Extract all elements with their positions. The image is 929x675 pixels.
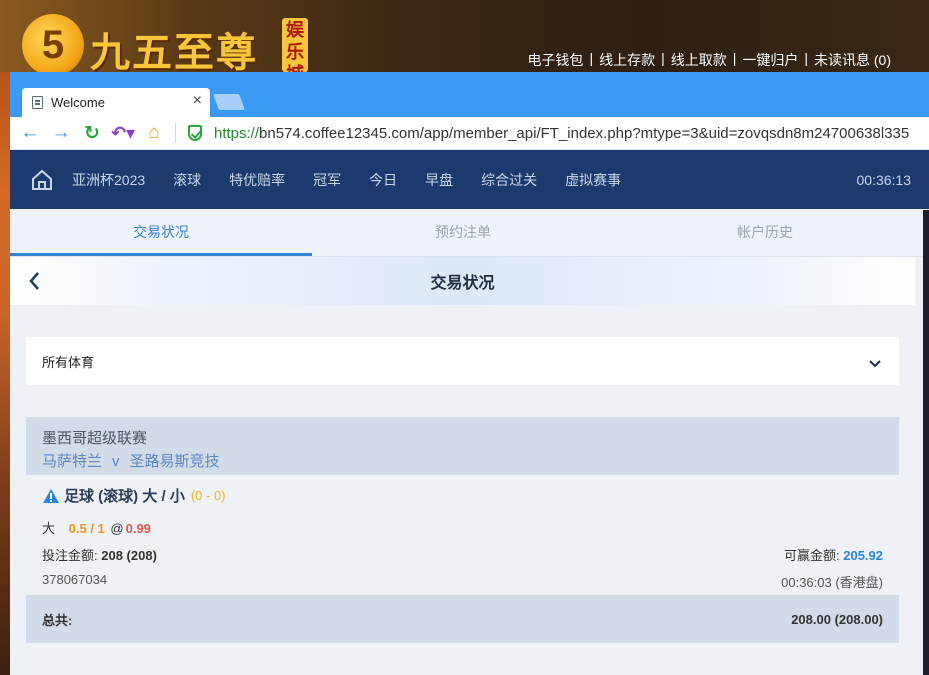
link-deposit[interactable]: 线上存款 bbox=[599, 50, 655, 70]
link-consolidate[interactable]: 一键归户 bbox=[742, 50, 798, 70]
browser-tabbar: Welcome × bbox=[10, 72, 929, 117]
page-title: 交易状况 bbox=[430, 275, 495, 292]
sub-tabs: 交易状况 预约注单 帐户历史 bbox=[10, 209, 929, 257]
win-label: 可赢金额: bbox=[783, 548, 840, 563]
browser-window: Welcome × ← → ↻ ↶▾ ⌂ https://bn574.coffe… bbox=[10, 72, 929, 675]
top-links: 电子钱包 | 线上存款 | 线上取款 | 一键归户 | 未读讯息 (0) bbox=[527, 50, 891, 70]
main-content: 所有体育 墨西哥超级联赛 马萨特兰 v 圣路易斯竞技 足球 (滚球) 大 / 小 (… bbox=[10, 305, 929, 643]
bet-type-row: 足球 (滚球) 大 / 小 (0 - 0) bbox=[42, 485, 883, 506]
placed-time: 00:36:03 (香港盘) bbox=[781, 575, 883, 590]
stake-label: 投注金额: bbox=[42, 548, 98, 563]
handicap: 0.5 / 1 bbox=[68, 521, 105, 536]
chevron-left-icon[interactable] bbox=[28, 271, 40, 291]
close-icon[interactable]: × bbox=[193, 92, 202, 110]
nav-home-icon[interactable] bbox=[30, 168, 54, 192]
league-name: 墨西哥超级联赛 bbox=[42, 430, 148, 447]
browser-tab[interactable]: Welcome × bbox=[22, 88, 210, 117]
site-nav: 亚洲杯2023 滚球 特优赔率 冠军 今日 早盘 综合过关 虚拟赛事 00:36… bbox=[10, 150, 929, 209]
tab-account-history[interactable]: 帐户历史 bbox=[614, 209, 916, 256]
background-right-strip bbox=[923, 210, 929, 675]
document-icon bbox=[32, 96, 43, 109]
new-tab-button[interactable] bbox=[213, 94, 245, 110]
bet-card-body: 足球 (滚球) 大 / 小 (0 - 0) 大 0.5 / 1 @0.99 投注… bbox=[26, 475, 899, 595]
ticket-row: 378067034 00:36:03 (香港盘) bbox=[42, 572, 883, 591]
nav-item-today[interactable]: 今日 bbox=[369, 170, 397, 190]
url-scheme: https:// bbox=[214, 124, 260, 142]
stake-row: 投注金额: 208 (208) 可赢金额: 205.92 bbox=[42, 545, 883, 564]
chevron-down-icon bbox=[869, 355, 881, 368]
nav-item-asian-cup[interactable]: 亚洲杯2023 bbox=[72, 170, 145, 190]
total-row: 总共: 208.00 (208.00) bbox=[26, 595, 899, 643]
divider bbox=[175, 123, 176, 143]
nav-item-early[interactable]: 早盘 bbox=[425, 170, 453, 190]
bet-card: 墨西哥超级联赛 马萨特兰 v 圣路易斯竞技 足球 (滚球) 大 / 小 (0 - 0… bbox=[26, 417, 899, 643]
match-score: (0 - 0) bbox=[190, 488, 226, 503]
win-value: 205.92 bbox=[843, 548, 883, 563]
site-logo-badge: 娱乐城 bbox=[282, 18, 308, 85]
reload-icon[interactable]: ↻ bbox=[81, 122, 103, 144]
ticket-id: 378067034 bbox=[42, 572, 108, 587]
forward-icon[interactable]: → bbox=[50, 122, 72, 144]
total-value: 208.00 (208.00) bbox=[791, 611, 883, 627]
sport-filter-value: 所有体育 bbox=[42, 354, 95, 370]
vs-label: v bbox=[112, 453, 120, 470]
selection: 大 bbox=[42, 521, 56, 536]
sport-filter-select[interactable]: 所有体育 bbox=[26, 337, 899, 385]
undo-icon[interactable]: ↶▾ bbox=[111, 122, 135, 144]
nav-item-parlay[interactable]: 综合过关 bbox=[481, 170, 537, 190]
url-input[interactable]: https://bn574.coffee12345.com/app/member… bbox=[214, 125, 909, 142]
tab-transactions[interactable]: 交易状况 bbox=[10, 209, 312, 256]
link-e-wallet[interactable]: 电子钱包 bbox=[527, 50, 583, 70]
tab-title: Welcome bbox=[51, 95, 105, 110]
url-path: bn574.coffee12345.com/app/member_api/FT_… bbox=[259, 124, 910, 142]
divider: | bbox=[804, 50, 808, 66]
tab-scheduled-bets[interactable]: 预约注单 bbox=[312, 209, 614, 256]
stake-value: 208 (208) bbox=[101, 548, 157, 563]
match-teams: 马萨特兰 v 圣路易斯竞技 bbox=[42, 450, 883, 471]
page-title-bar: 交易状况 bbox=[10, 257, 915, 305]
divider: | bbox=[589, 50, 594, 66]
bet-type: 足球 (滚球) 大 / 小 bbox=[64, 488, 185, 505]
site-logo-text: 九五至尊 bbox=[90, 29, 258, 76]
nav-item-live[interactable]: 滚球 bbox=[173, 170, 201, 190]
home-team: 马萨特兰 bbox=[42, 453, 103, 470]
odds: 0.99 bbox=[125, 521, 151, 536]
nav-item-special-odds[interactable]: 特优赔率 bbox=[229, 170, 285, 190]
at-symbol: @ bbox=[110, 521, 124, 536]
address-bar: ← → ↻ ↶▾ ⌂ https://bn574.coffee12345.com… bbox=[10, 117, 929, 150]
warning-icon bbox=[42, 488, 60, 504]
divider: | bbox=[732, 50, 737, 66]
away-team: 圣路易斯竞技 bbox=[129, 453, 220, 470]
bet-card-header: 墨西哥超级联赛 马萨特兰 v 圣路易斯竞技 bbox=[26, 417, 899, 475]
divider: | bbox=[661, 50, 665, 66]
nav-item-virtual[interactable]: 虚拟赛事 bbox=[565, 170, 621, 190]
nav-item-outright[interactable]: 冠军 bbox=[313, 170, 341, 190]
total-label: 总共: bbox=[42, 612, 73, 628]
home-icon[interactable]: ⌂ bbox=[143, 122, 165, 144]
selection-row: 大 0.5 / 1 @0.99 bbox=[42, 518, 883, 537]
secure-shield-icon[interactable] bbox=[188, 125, 202, 141]
clock: 00:36:13 bbox=[856, 171, 912, 188]
link-withdraw[interactable]: 线上取款 bbox=[671, 50, 727, 70]
link-unread-messages[interactable]: 未读讯息 (0) bbox=[814, 50, 891, 70]
site-logo-icon: 5 bbox=[22, 14, 84, 76]
back-icon[interactable]: ← bbox=[19, 122, 41, 144]
